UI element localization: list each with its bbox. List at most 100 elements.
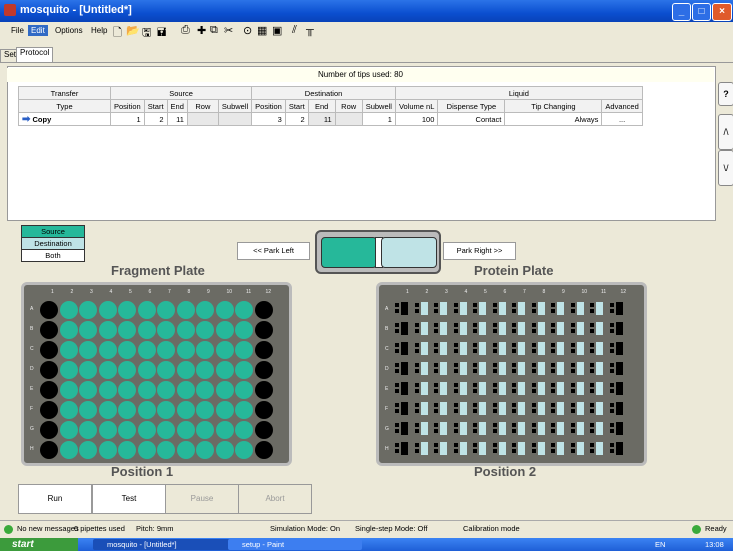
row-tip-changing[interactable]: Always <box>504 112 603 126</box>
plate-well[interactable] <box>254 381 273 399</box>
row-dst-start[interactable]: 2 <box>284 112 309 126</box>
plate-well[interactable] <box>254 341 273 359</box>
plate-well[interactable] <box>98 321 117 339</box>
plate-well[interactable] <box>40 381 58 399</box>
plate-well[interactable] <box>157 401 175 419</box>
plate-well[interactable] <box>176 321 195 339</box>
row-dst-subwell[interactable]: 1 <box>361 112 396 126</box>
move-up-button[interactable]: /\ <box>718 114 733 150</box>
plate-well[interactable] <box>40 401 58 419</box>
plate-well[interactable] <box>79 301 97 319</box>
row-type-cell[interactable]: ➡ Copy <box>18 112 111 126</box>
row-dst-position[interactable]: 3 <box>251 112 286 126</box>
clipboard-icon[interactable]: ▣ <box>272 24 282 37</box>
plate-well[interactable] <box>215 421 234 439</box>
plate-well[interactable] <box>79 421 97 439</box>
plate-well[interactable] <box>176 361 195 379</box>
copy-icon[interactable]: ⧉ <box>210 24 218 37</box>
plate-well[interactable] <box>254 421 273 439</box>
row-src-row[interactable] <box>186 112 219 126</box>
plate-well[interactable] <box>157 321 175 339</box>
plate-well[interactable] <box>137 421 156 439</box>
plate-well[interactable] <box>235 321 253 339</box>
plate-well[interactable] <box>118 321 136 339</box>
plate-well[interactable] <box>137 401 156 419</box>
plate-well[interactable] <box>254 401 273 419</box>
grid-icon[interactable]: ▦ <box>257 24 267 37</box>
plate-well[interactable] <box>118 441 136 459</box>
plate-well[interactable] <box>137 361 156 379</box>
plate-well[interactable] <box>59 441 78 459</box>
plate-well[interactable] <box>215 401 234 419</box>
plate-well[interactable] <box>79 361 97 379</box>
taskbar-paint[interactable]: setup - Paint <box>228 539 362 550</box>
plate-well[interactable] <box>254 301 273 319</box>
plate-well[interactable] <box>79 441 97 459</box>
row-volume[interactable]: 100 <box>394 112 439 126</box>
help-button[interactable]: ? <box>718 82 733 106</box>
plate-well[interactable] <box>79 341 97 359</box>
plate-well[interactable] <box>254 441 273 459</box>
test-button[interactable]: Test <box>92 484 166 514</box>
plate-well[interactable] <box>196 341 214 359</box>
abort-button[interactable]: Abort <box>238 484 312 514</box>
move-down-button[interactable]: \/ <box>718 150 733 186</box>
plate-well[interactable] <box>118 361 136 379</box>
plate-well[interactable] <box>98 341 117 359</box>
plate-well[interactable] <box>137 301 156 319</box>
plate-well[interactable] <box>157 421 175 439</box>
start-button[interactable]: start <box>0 538 78 551</box>
row-src-start[interactable]: 2 <box>143 112 168 126</box>
plate-well[interactable] <box>98 301 117 319</box>
plate-well[interactable] <box>235 361 253 379</box>
tip-rack-icon[interactable]: ╥ <box>306 24 314 36</box>
plate-well[interactable] <box>118 421 136 439</box>
fragment-plate[interactable]: 1 2 3 4 5 6 7 8 9 10 11 12 ABCDEFGH <box>21 282 292 466</box>
plate-well[interactable] <box>235 441 253 459</box>
row-src-position[interactable]: 1 <box>110 112 145 126</box>
plate-well[interactable] <box>98 401 117 419</box>
plate-well[interactable] <box>157 381 175 399</box>
plate-well[interactable] <box>59 321 78 339</box>
plate-well[interactable] <box>215 381 234 399</box>
legend-both[interactable]: Both <box>21 249 85 262</box>
plate-well[interactable] <box>79 401 97 419</box>
plate-well[interactable] <box>40 421 58 439</box>
table-row[interactable]: ➡ Copy 1 2 11 3 2 11 1 100 Contact Alway… <box>18 112 643 126</box>
plate-well[interactable] <box>40 321 58 339</box>
plate-well[interactable] <box>40 341 58 359</box>
print-icon[interactable]: ⎙ <box>181 24 190 37</box>
plate-well[interactable] <box>254 361 273 379</box>
plate-well[interactable] <box>176 301 195 319</box>
pause-button[interactable]: Pause <box>165 484 239 514</box>
plate-well[interactable] <box>215 301 234 319</box>
taskbar-mosquito[interactable]: mosquito - [Untitled*] <box>93 539 237 550</box>
plate-well[interactable] <box>118 381 136 399</box>
plate-well[interactable] <box>79 321 97 339</box>
plate-well[interactable] <box>235 301 253 319</box>
plate-well[interactable] <box>98 441 117 459</box>
plate-well[interactable] <box>196 441 214 459</box>
plate-well[interactable] <box>157 361 175 379</box>
plate-well[interactable] <box>98 381 117 399</box>
plate-well[interactable] <box>157 301 175 319</box>
plate-well[interactable] <box>40 301 58 319</box>
row-dst-end[interactable]: 11 <box>307 112 336 126</box>
plate-well[interactable] <box>137 381 156 399</box>
plate-well[interactable] <box>59 421 78 439</box>
plate-well[interactable] <box>59 381 78 399</box>
park-right-button[interactable]: Park Right >> <box>443 242 516 260</box>
plate-well[interactable] <box>157 441 175 459</box>
plate-well[interactable] <box>118 401 136 419</box>
plate-well[interactable] <box>59 361 78 379</box>
tab-protocol[interactable]: Protocol <box>16 47 54 62</box>
plate-well[interactable] <box>176 381 195 399</box>
plate-well[interactable] <box>196 401 214 419</box>
zoom-icon[interactable]: ⊙ <box>243 24 252 37</box>
row-src-end[interactable]: 11 <box>166 112 188 126</box>
menu-help[interactable]: Help <box>88 25 110 36</box>
plate-well[interactable] <box>59 401 78 419</box>
plate-well[interactable] <box>40 441 58 459</box>
plate-well[interactable] <box>196 321 214 339</box>
plate-well[interactable] <box>215 341 234 359</box>
